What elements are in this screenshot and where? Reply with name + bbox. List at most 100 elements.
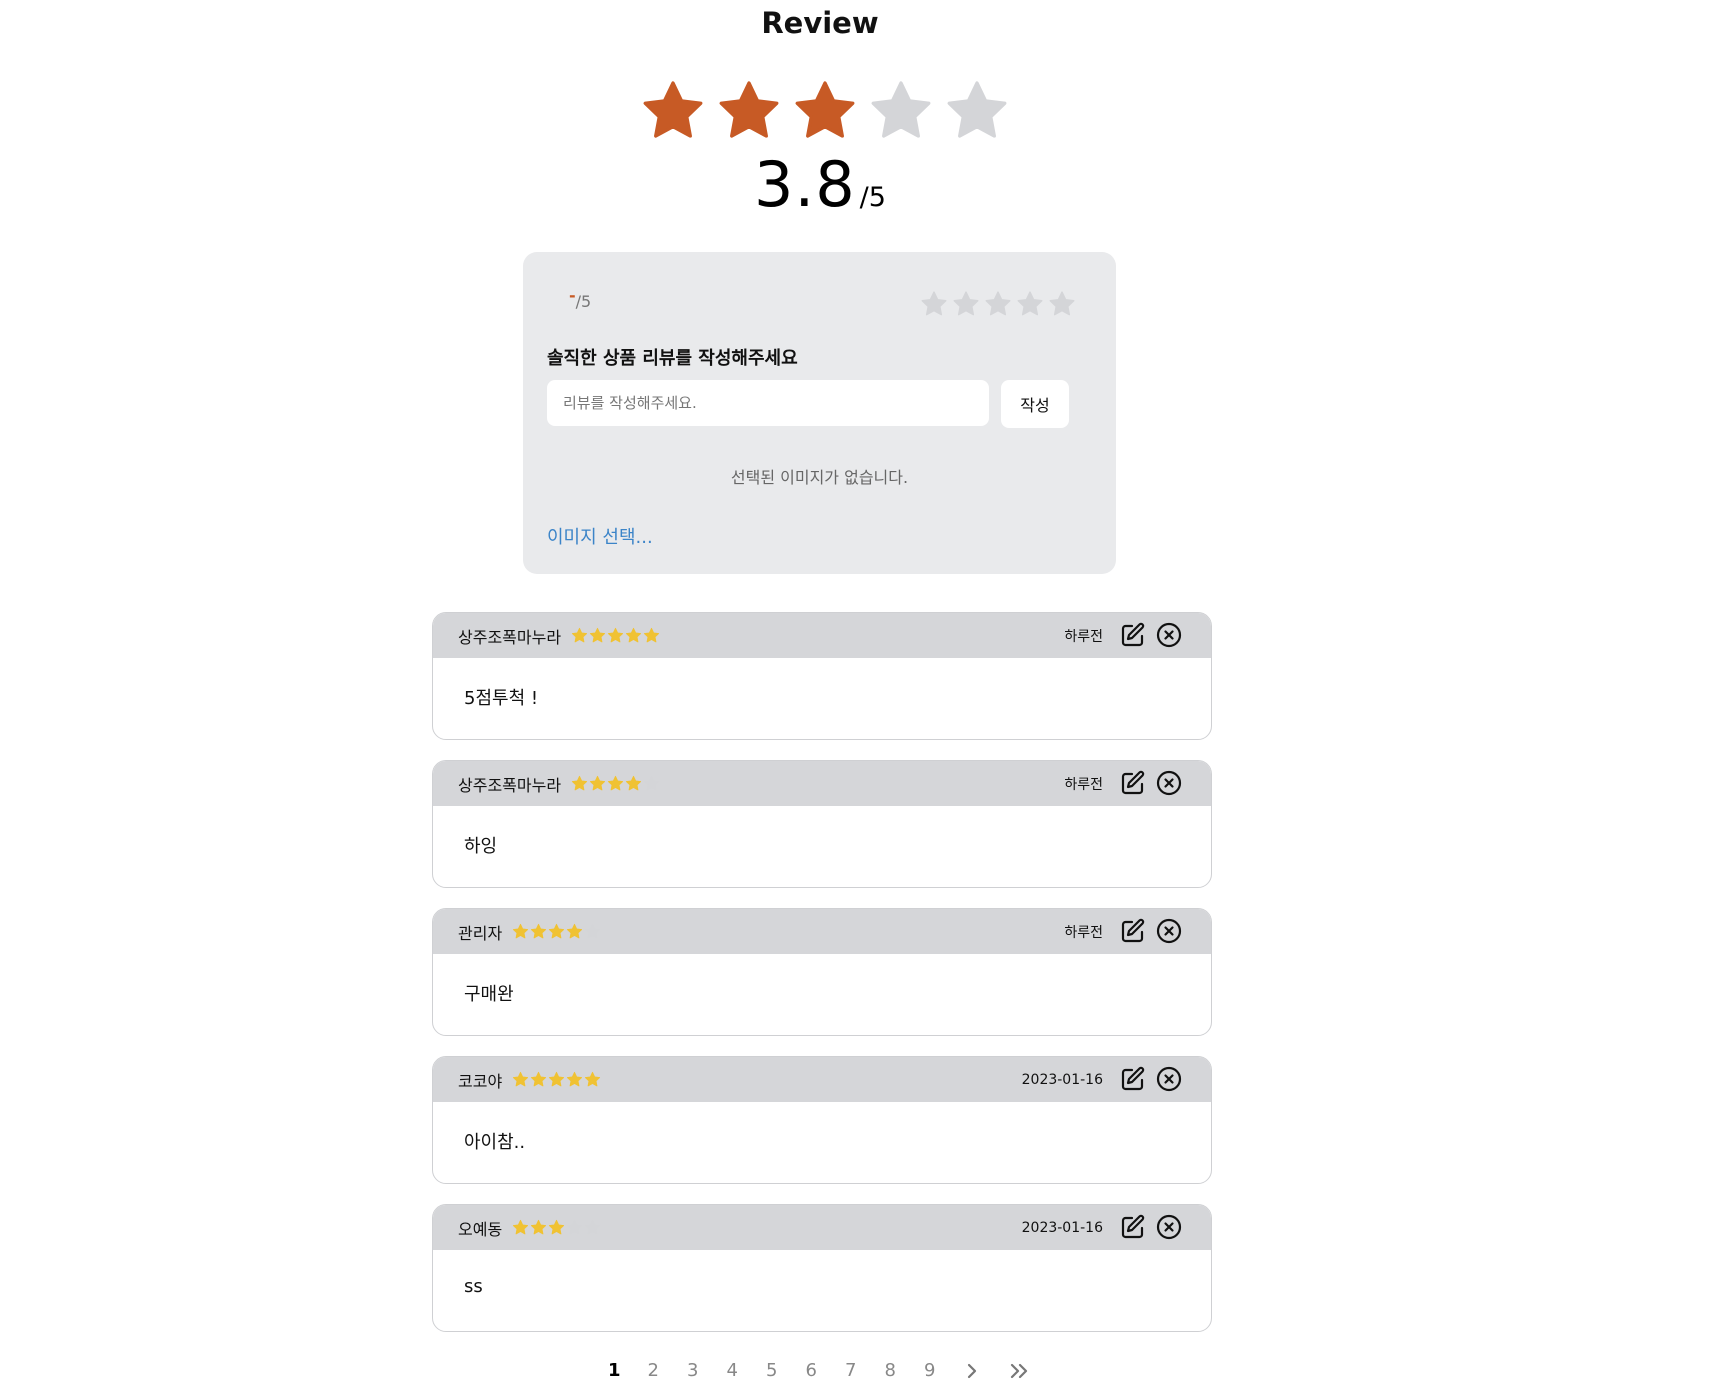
delete-icon[interactable] xyxy=(1155,769,1183,797)
review-card: 관리자 하루전구매완 xyxy=(432,908,1212,1036)
double-chevron-right-icon[interactable] xyxy=(1008,1361,1052,1381)
review-rating xyxy=(512,1219,601,1236)
delete-icon[interactable] xyxy=(1155,1065,1183,1093)
review-text: 아이참.. xyxy=(464,1132,526,1153)
review-list: 상주조폭마누라 하루전 5점투척 ! 상주조폭마누라 하루전 하잉 관리자 하루전 구매완 코코야… xyxy=(432,612,1212,1352)
review-star-icon xyxy=(643,627,660,644)
review-star-icon xyxy=(571,627,588,644)
rating-star-icon-2[interactable] xyxy=(952,290,980,318)
page-4[interactable]: 4 xyxy=(727,1360,767,1381)
review-card: 상주조폭마누라 하루전 5점투척 ! xyxy=(432,612,1212,740)
delete-icon[interactable] xyxy=(1155,917,1183,945)
review-rating xyxy=(571,627,660,644)
review-text: 하잉 xyxy=(464,836,498,857)
review-header: 상주조폭마누라 하루전 xyxy=(433,613,1211,658)
review-date: 2023-01-16 xyxy=(1021,1219,1103,1236)
edit-icon[interactable] xyxy=(1119,769,1147,797)
review-star-icon xyxy=(625,775,642,792)
average-stars xyxy=(640,78,1020,144)
average-star-icon xyxy=(716,78,792,144)
review-star-icon xyxy=(548,1219,565,1236)
page-2[interactable]: 2 xyxy=(648,1360,688,1381)
page-5[interactable]: 5 xyxy=(766,1360,806,1381)
write-review-panel: -/5 솔직한 상품 리뷰를 작성해주세요 작성 선택된 이미지가 없습니다. … xyxy=(523,252,1116,574)
chevron-right-icon[interactable] xyxy=(964,1361,1008,1381)
delete-icon[interactable] xyxy=(1155,621,1183,649)
review-date: 하루전 xyxy=(1064,628,1103,645)
page-title: Review xyxy=(761,6,879,40)
edit-icon[interactable] xyxy=(1119,1213,1147,1241)
review-star-icon xyxy=(643,775,660,792)
review-card: 상주조폭마누라 하루전하잉 xyxy=(432,760,1212,888)
page-7[interactable]: 7 xyxy=(845,1360,885,1381)
average-star-icon xyxy=(640,78,716,144)
review-star-icon xyxy=(571,775,588,792)
review-text: 구매완 xyxy=(464,984,514,1005)
review-author: 코코야 xyxy=(458,1071,503,1091)
average-rating: 3.8/5 xyxy=(0,148,1640,221)
review-author: 오예동 xyxy=(458,1219,503,1239)
review-rating xyxy=(571,775,660,792)
review-header: 상주조폭마누라 하루전 xyxy=(433,761,1211,806)
review-author: 상주조폭마누라 xyxy=(458,627,562,647)
average-star-icon xyxy=(944,78,1020,144)
review-star-icon xyxy=(566,923,583,940)
review-date: 하루전 xyxy=(1064,924,1103,941)
page-6[interactable]: 6 xyxy=(806,1360,846,1381)
review-star-icon xyxy=(566,1071,583,1088)
page-1[interactable]: 1 xyxy=(608,1360,648,1381)
page-3[interactable]: 3 xyxy=(687,1360,727,1381)
average-star-icon xyxy=(868,78,944,144)
review-rating xyxy=(512,923,601,940)
select-image-link[interactable]: 이미지 선택... xyxy=(547,523,653,549)
review-card: 오예동 2023-01-16 ss xyxy=(432,1204,1212,1332)
review-author: 관리자 xyxy=(458,923,503,943)
write-review-heading: 솔직한 상품 리뷰를 작성해주세요 xyxy=(547,348,798,369)
page-9[interactable]: 9 xyxy=(924,1360,964,1381)
review-text: 5점투척 ! xyxy=(464,688,539,709)
rating-star-icon-4[interactable] xyxy=(1016,290,1044,318)
submit-review-button[interactable]: 작성 xyxy=(1001,380,1069,428)
pagination: 123456789 xyxy=(608,1360,1052,1381)
review-star-icon xyxy=(530,1219,547,1236)
rating-star-icon-1[interactable] xyxy=(920,290,948,318)
review-author: 상주조폭마누라 xyxy=(458,775,562,795)
review-header: 관리자 하루전 xyxy=(433,909,1211,954)
delete-icon[interactable] xyxy=(1155,1213,1183,1241)
selected-score-value: - xyxy=(569,286,576,305)
review-star-icon xyxy=(530,1071,547,1088)
review-date: 하루전 xyxy=(1064,776,1103,793)
page-8[interactable]: 8 xyxy=(885,1360,925,1381)
review-star-icon xyxy=(584,1219,601,1236)
review-star-icon xyxy=(607,775,624,792)
average-out-of: /5 xyxy=(859,182,886,213)
edit-icon[interactable] xyxy=(1119,621,1147,649)
review-header: 코코야 2023-01-16 xyxy=(433,1057,1211,1102)
selected-score-out-of: /5 xyxy=(575,292,592,311)
review-text: ss xyxy=(464,1276,483,1297)
review-star-icon xyxy=(548,923,565,940)
review-star-icon xyxy=(589,775,606,792)
review-star-icon xyxy=(512,1219,529,1236)
selected-score: -/5 xyxy=(569,286,592,311)
review-star-icon xyxy=(548,1071,565,1088)
average-value: 3.8 xyxy=(754,148,856,221)
review-date: 2023-01-16 xyxy=(1021,1071,1103,1088)
no-image-message: 선택된 이미지가 없습니다. xyxy=(730,468,909,487)
review-rating xyxy=(512,1071,601,1088)
review-star-icon xyxy=(566,1219,583,1236)
edit-icon[interactable] xyxy=(1119,917,1147,945)
review-header: 오예동 2023-01-16 xyxy=(433,1205,1211,1250)
edit-icon[interactable] xyxy=(1119,1065,1147,1093)
review-star-icon xyxy=(584,1071,601,1088)
rating-star-icon-3[interactable] xyxy=(984,290,1012,318)
review-page: Review 3.8/5 -/5 솔직한 상품 리뷰를 작성해주세요 작성 선택… xyxy=(0,0,1722,1394)
review-star-icon xyxy=(584,923,601,940)
review-star-icon xyxy=(589,627,606,644)
review-star-icon xyxy=(625,627,642,644)
review-star-icon xyxy=(512,1071,529,1088)
review-star-icon xyxy=(607,627,624,644)
rating-star-icon-5[interactable] xyxy=(1048,290,1076,318)
review-input[interactable] xyxy=(547,380,989,426)
review-card: 코코야 2023-01-16 아이참.. xyxy=(432,1056,1212,1184)
